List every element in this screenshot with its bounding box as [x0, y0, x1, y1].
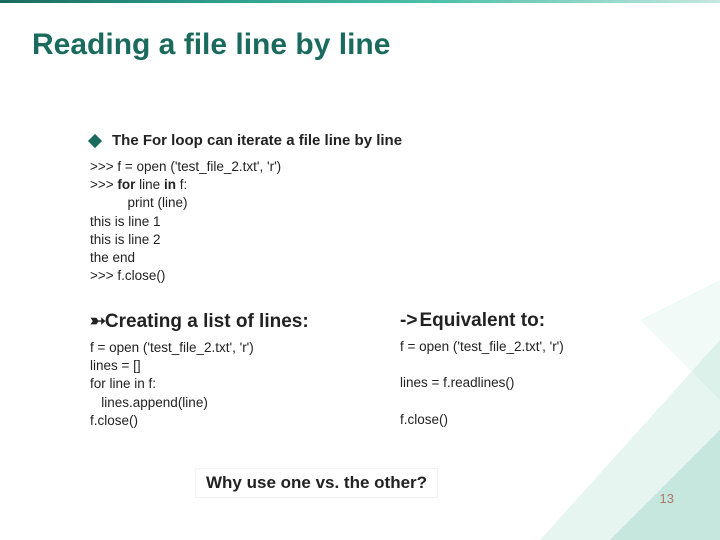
- code-line: lines.append(line): [90, 394, 390, 412]
- left-heading-text: Creating a list of lines:: [105, 311, 309, 332]
- code-text: line: [135, 177, 164, 192]
- left-column: ➳Creating a list of lines: f = open ('te…: [90, 310, 390, 430]
- top-accent-line: [0, 0, 720, 3]
- diamond-bullet-icon: [88, 133, 102, 147]
- code-line: lines = []: [90, 357, 390, 375]
- code-line: the end: [90, 249, 281, 267]
- code-line: for line in f:: [90, 375, 390, 393]
- code-line: >>> f = open ('test_file_2.txt', 'r'): [90, 158, 281, 176]
- code-keyword: in: [164, 177, 176, 192]
- code-line: [400, 393, 660, 411]
- right-heading: ->Equivalent to:: [400, 310, 660, 332]
- right-column: ->Equivalent to: f = open ('test_file_2.…: [390, 310, 660, 430]
- page-number: 13: [660, 491, 674, 506]
- code-line: >>> f.close(): [90, 267, 281, 285]
- left-heading: ➳Creating a list of lines:: [90, 310, 390, 333]
- bullet-item-1: The For loop can iterate a file line by …: [90, 132, 402, 149]
- right-heading-text: Equivalent to:: [419, 310, 545, 331]
- code-block-1: >>> f = open ('test_file_2.txt', 'r') >>…: [90, 158, 281, 286]
- squiggle-icon: ➳: [90, 310, 103, 333]
- code-text: >>>: [90, 177, 117, 192]
- left-code-block: f = open ('test_file_2.txt', 'r') lines …: [90, 339, 390, 430]
- code-line: f.close(): [90, 412, 390, 430]
- code-text: f:: [176, 177, 187, 192]
- code-line: >>> for line in f:: [90, 176, 281, 194]
- bullet-text-1: The For loop can iterate a file line by …: [112, 132, 402, 149]
- code-line: this is line 1: [90, 213, 281, 231]
- code-line: lines = f.readlines(): [400, 374, 660, 392]
- two-column-section: ➳Creating a list of lines: f = open ('te…: [90, 310, 660, 430]
- code-line: this is line 2: [90, 231, 281, 249]
- question-callout: Why use one vs. the other?: [195, 468, 438, 498]
- code-line: [400, 356, 660, 374]
- code-line: f = open ('test_file_2.txt', 'r'): [90, 339, 390, 357]
- code-keyword: for: [117, 177, 135, 192]
- code-line: print (line): [90, 194, 281, 212]
- code-line: f = open ('test_file_2.txt', 'r'): [400, 338, 660, 356]
- slide-title: Reading a file line by line: [32, 28, 390, 62]
- arrow-icon: ->: [400, 310, 417, 331]
- code-line: f.close(): [400, 411, 660, 429]
- right-code-block: f = open ('test_file_2.txt', 'r') lines …: [400, 338, 660, 429]
